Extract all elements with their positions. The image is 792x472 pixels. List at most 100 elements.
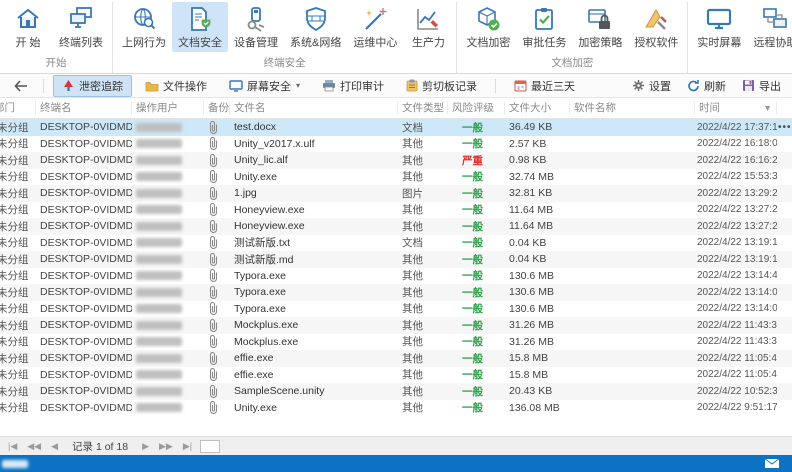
- cell-backup[interactable]: [204, 218, 230, 235]
- prev-block-button[interactable]: ◀◀: [25, 438, 43, 454]
- settings-button[interactable]: 设置: [629, 75, 674, 97]
- cell-backup[interactable]: [204, 251, 230, 268]
- ribbon-item-productivity[interactable]: 生产力: [403, 2, 453, 52]
- table-row[interactable]: 未分组 DESKTOP-0VIDMDJ 测试新版.txt 文档 一般 0.04 KB TTy…: [0, 235, 792, 252]
- cell-backup[interactable]: [204, 235, 230, 252]
- cell-filename[interactable]: Unity.exe: [230, 169, 398, 186]
- table-row[interactable]: 未分组 DESKTOP-0VIDMDJ Unity_lic.alf 其他 严重 0.98 …: [0, 152, 792, 169]
- column-header-backup[interactable]: 备份: [204, 101, 230, 115]
- cell-filename[interactable]: Typora.exe: [230, 301, 398, 318]
- next-page-button[interactable]: ▶: [140, 438, 151, 454]
- cell-filename[interactable]: test.docx: [230, 119, 398, 136]
- ribbon-item-home[interactable]: 开 始: [3, 2, 53, 52]
- cell-filename[interactable]: Typora.exe: [230, 284, 398, 301]
- back-button[interactable]: [8, 78, 34, 94]
- ribbon-item-ops-center[interactable]: 运维中心: [347, 2, 403, 52]
- ribbon-item-realtime-screen[interactable]: 实时屏幕: [691, 2, 747, 52]
- table-row[interactable]: 未分组 DESKTOP-0VIDMDJ 测试新版.md 其他 一般 0.04 KB TTyp…: [0, 251, 792, 268]
- table-row[interactable]: 未分组 DESKTOP-0VIDMDJ Unity_v2017.x.ulf 其他 一般 2…: [0, 136, 792, 153]
- cell-filename[interactable]: Unity_lic.alf: [230, 152, 398, 169]
- ribbon-item-doc-encrypt[interactable]: 文档加密: [460, 2, 516, 52]
- page-input-box[interactable]: [200, 439, 221, 453]
- cell-filename[interactable]: Honeyview.exe: [230, 202, 398, 219]
- table-row[interactable]: 未分组 DESKTOP-0VIDMDJ Mockplus.exe 其他 一般 31.26 …: [0, 317, 792, 334]
- table-row[interactable]: 未分组 DESKTOP-0VIDMDJ Honeyview.exe 其他 一般 11.64…: [0, 218, 792, 235]
- cell-filename[interactable]: Unity.exe: [230, 400, 398, 417]
- date-filter-button[interactable]: 最近三天: [505, 75, 584, 97]
- column-header-risk[interactable]: 风险评级: [448, 101, 505, 115]
- last-page-button[interactable]: ▶|: [181, 438, 194, 454]
- cell-backup[interactable]: [204, 284, 230, 301]
- ribbon-item-device-management[interactable]: 设备管理: [228, 2, 284, 52]
- column-filter-icon[interactable]: ▼: [763, 101, 772, 115]
- next-block-button[interactable]: ▶▶: [157, 438, 175, 454]
- column-header-filetype[interactable]: 文件类型: [398, 101, 448, 115]
- export-button[interactable]: 导出: [739, 75, 784, 97]
- ribbon-item-terminal-list[interactable]: 终端列表: [53, 2, 109, 52]
- table-row[interactable]: 未分组 DESKTOP-0VIDMDJ Mockplus.exe 其他 一般 31.26 …: [0, 334, 792, 351]
- cell-backup[interactable]: [204, 317, 230, 334]
- print-audit-button[interactable]: 打印审计: [313, 75, 393, 97]
- cell-filename[interactable]: effie.exe: [230, 350, 398, 367]
- cell-filename[interactable]: Typora.exe: [230, 268, 398, 285]
- leak-trace-button[interactable]: 泄密追踪: [53, 74, 132, 97]
- refresh-button[interactable]: 刷新: [684, 75, 729, 97]
- cell-filename[interactable]: effie.exe: [230, 367, 398, 384]
- table-row[interactable]: 未分组 DESKTOP-0VIDMDJ Unity.exe 其他 一般 136.08 MB…: [0, 400, 792, 417]
- screen-security-button[interactable]: 屏幕安全 ▾: [220, 75, 309, 97]
- cell-filename[interactable]: Mockplus.exe: [230, 317, 398, 334]
- column-header-software[interactable]: 软件名称: [570, 101, 695, 115]
- table-row[interactable]: 未分组 DESKTOP-0VIDMDJ Honeyview.exe 其他 一般 11.64…: [0, 202, 792, 219]
- message-button[interactable]: [764, 458, 786, 469]
- cell-software: Microsoft® Windows® Oper...: [570, 218, 792, 235]
- table-row[interactable]: 未分组 DESKTOP-0VIDMDJ test.docx 文档 一般 36.49 KB N…: [0, 119, 792, 136]
- cell-backup[interactable]: [204, 119, 230, 136]
- cell-backup[interactable]: [204, 301, 230, 318]
- clipboard-records-button[interactable]: 剪切板记录: [397, 75, 486, 97]
- file-operations-button[interactable]: 文件操作: [136, 75, 216, 97]
- cell-backup[interactable]: [204, 383, 230, 400]
- table-row[interactable]: 未分组 DESKTOP-0VIDMDJ Typora.exe 其他 一般 130.6 MB…: [0, 284, 792, 301]
- ribbon-item-encryption-policy[interactable]: 加密策略: [572, 2, 628, 52]
- cell-backup[interactable]: [204, 268, 230, 285]
- table-row[interactable]: 未分组 DESKTOP-0VIDMDJ 1.jpg 图片 一般 32.81 KB Honey…: [0, 185, 792, 202]
- cell-filename[interactable]: 1.jpg: [230, 185, 398, 202]
- column-header-filesize[interactable]: 文件大小: [505, 101, 570, 115]
- cell-filename[interactable]: Honeyview.exe: [230, 218, 398, 235]
- cell-filename[interactable]: Unity_v2017.x.ulf: [230, 136, 398, 153]
- column-header-terminal[interactable]: 终端名: [36, 101, 132, 115]
- cell-backup[interactable]: [204, 152, 230, 169]
- table-row[interactable]: 未分组 DESKTOP-0VIDMDJ SampleScene.unity 其他 一般 2…: [0, 383, 792, 400]
- prev-page-button[interactable]: ◀: [49, 438, 60, 454]
- ribbon-group-start: 开 始 终端列表 开始: [0, 2, 113, 73]
- ribbon-item-remote-assist[interactable]: 远程协助: [747, 2, 792, 52]
- table-row[interactable]: 未分组 DESKTOP-0VIDMDJ effie.exe 其他 一般 15.8 MB Mi…: [0, 350, 792, 367]
- cell-filename[interactable]: SampleScene.unity: [230, 383, 398, 400]
- ribbon-item-internet-behavior[interactable]: 上网行为: [116, 2, 172, 52]
- column-header-time[interactable]: 时间 ▼: [695, 101, 777, 115]
- cell-backup[interactable]: [204, 367, 230, 384]
- ribbon-item-authorized-software[interactable]: 授权软件: [628, 2, 684, 52]
- column-header-department[interactable]: 部门: [0, 101, 36, 115]
- table-row[interactable]: 未分组 DESKTOP-0VIDMDJ Unity.exe 其他 一般 32.74 MB U…: [0, 169, 792, 186]
- ribbon-item-document-security[interactable]: 文档安全: [172, 2, 228, 52]
- ribbon-item-system-network[interactable]: 系统&网络: [284, 2, 347, 52]
- column-header-user[interactable]: 操作用户: [132, 101, 204, 115]
- cell-filename[interactable]: 测试新版.md: [230, 251, 398, 268]
- table-row[interactable]: 未分组 DESKTOP-0VIDMDJ effie.exe 其他 一般 15.8 MB Mi…: [0, 367, 792, 384]
- table-row[interactable]: 未分组 DESKTOP-0VIDMDJ Typora.exe 其他 一般 130.6 MB…: [0, 301, 792, 318]
- cell-backup[interactable]: [204, 185, 230, 202]
- cell-backup[interactable]: [204, 350, 230, 367]
- cell-backup[interactable]: [204, 169, 230, 186]
- column-header-filename[interactable]: 文件名: [230, 101, 398, 115]
- cell-backup[interactable]: [204, 334, 230, 351]
- paperclip-icon: [209, 219, 218, 233]
- table-row[interactable]: 未分组 DESKTOP-0VIDMDJ Typora.exe 其他 一般 130.6 MB…: [0, 268, 792, 285]
- cell-filename[interactable]: Mockplus.exe: [230, 334, 398, 351]
- cell-backup[interactable]: [204, 202, 230, 219]
- first-page-button[interactable]: |◀: [6, 438, 19, 454]
- ribbon-item-approval-tasks[interactable]: 审批任务: [516, 2, 572, 52]
- cell-backup[interactable]: [204, 400, 230, 417]
- cell-backup[interactable]: [204, 136, 230, 153]
- cell-filename[interactable]: 测试新版.txt: [230, 235, 398, 252]
